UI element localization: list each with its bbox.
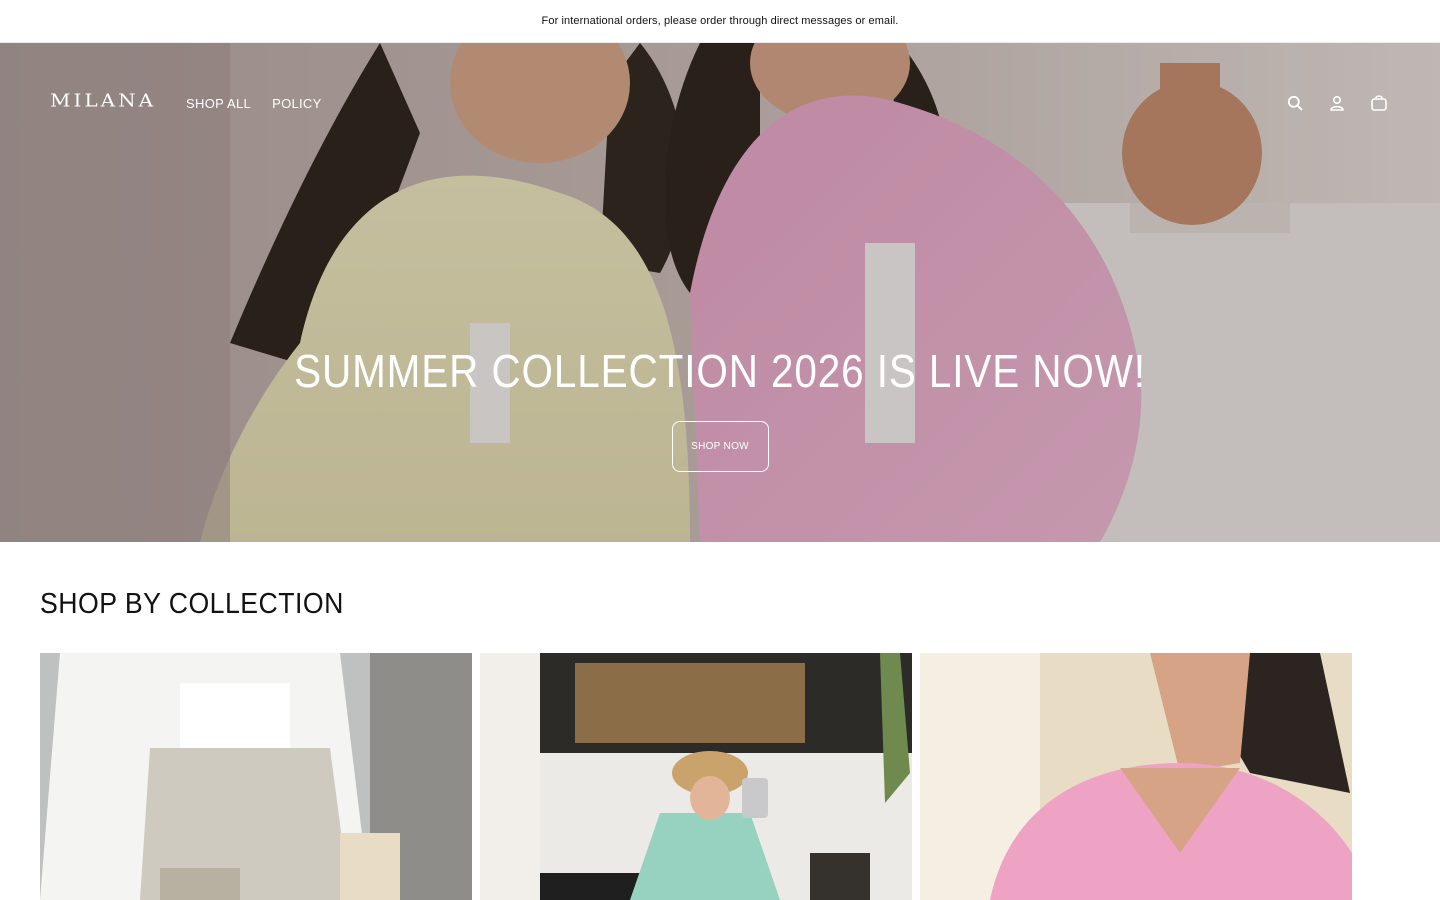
collection-card-mint[interactable] [480,653,912,900]
collection-section-title: SHOP BY COLLECTION [40,588,344,620]
collection-cards [40,653,1352,900]
announcement-text: For international orders, please order t… [541,15,899,27]
shop-now-button[interactable]: SHOP NOW [671,421,769,472]
white-linen-outfit-photo [40,653,472,900]
pink-linen-top-photo [920,653,1352,900]
hero-content: SUMMER COLLECTION 2026 IS LIVE NOW! SHOP… [0,43,1440,542]
collection-card-pink[interactable] [920,653,1352,900]
hero-title: SUMMER COLLECTION 2026 IS LIVE NOW! [294,345,1146,397]
collection-card-white[interactable] [40,653,472,900]
announcement-bar: For international orders, please order t… [0,0,1440,43]
mint-kaftan-mirror-selfie-photo [480,653,912,900]
